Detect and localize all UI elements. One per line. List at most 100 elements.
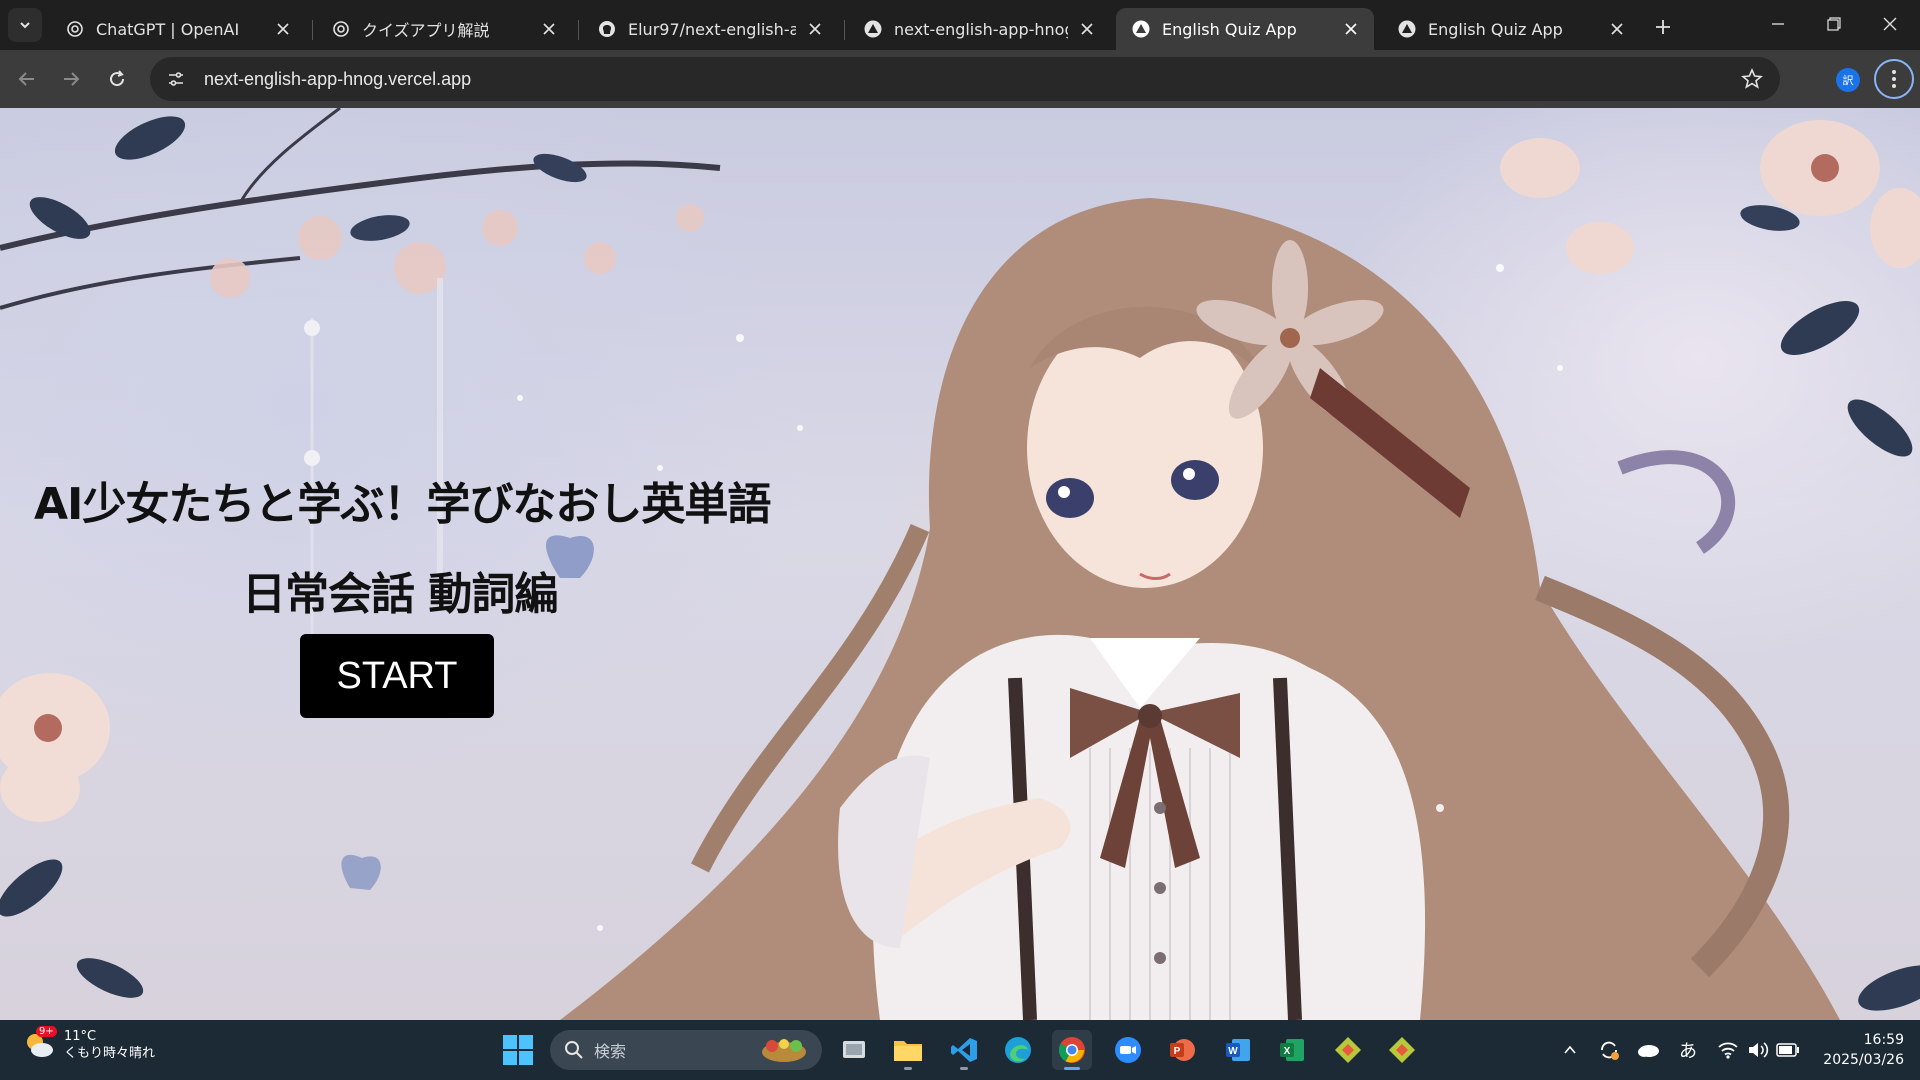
restore-button[interactable]: [1806, 4, 1862, 44]
minimize-button[interactable]: [1750, 4, 1806, 44]
restore-icon: [1827, 17, 1841, 31]
kebab-menu-icon: [1892, 70, 1896, 88]
arrow-right-icon: [64, 72, 80, 86]
system-clock[interactable]: 16:59 2025/03/26: [1812, 1030, 1904, 1070]
openai-icon: [332, 20, 350, 38]
clock-date: 2025/03/26: [1823, 1052, 1904, 1068]
openai-icon: [66, 20, 84, 38]
chevron-down-icon: [20, 22, 30, 29]
close-icon: [1883, 17, 1897, 31]
github-icon: [598, 20, 616, 38]
tab-english-quiz-active[interactable]: English Quiz App: [1116, 8, 1374, 50]
close-tab-icon[interactable]: [538, 18, 560, 40]
back-button[interactable]: [12, 64, 42, 94]
reload-icon: [110, 70, 125, 87]
tab-title: English Quiz App: [1162, 19, 1297, 39]
word-icon: W: [1226, 1039, 1250, 1061]
tab-title: Elur97/next-english-app: [628, 19, 796, 39]
close-tab-icon[interactable]: [1606, 18, 1628, 40]
address-bar[interactable]: next-english-app-hnog.vercel.app: [150, 57, 1780, 101]
tab-title: ChatGPT | OpenAI: [96, 19, 240, 39]
git-icon: [1389, 1037, 1415, 1063]
weather-temperature: 11°C: [64, 1029, 97, 1044]
page-viewport: AI少女たちと学ぶ！学びなおし英単語 日常会話 動詞編 START: [0, 108, 1920, 1020]
show-hidden-icons-chevron-up-icon[interactable]: [1558, 1038, 1582, 1062]
vscode-icon: [951, 1038, 977, 1062]
wifi-icon[interactable]: [1716, 1038, 1740, 1062]
zoom-button[interactable]: [1108, 1030, 1148, 1070]
search-highlight-icon: [762, 1039, 806, 1062]
tab-separator: [312, 20, 313, 40]
weather-condition: くもり時々晴れ: [64, 1046, 156, 1061]
excel-button[interactable]: X: [1272, 1030, 1312, 1070]
reload-button[interactable]: [102, 64, 132, 94]
tab-separator: [844, 20, 845, 40]
file-explorer-button[interactable]: [888, 1030, 928, 1070]
new-tab-button[interactable]: [1648, 12, 1678, 42]
weather-widget[interactable]: 9+ 11°C くもり時々晴れ: [22, 1026, 156, 1062]
bookmark-star-icon[interactable]: [1740, 67, 1764, 91]
task-view-button[interactable]: [834, 1030, 874, 1070]
vscode-button[interactable]: [944, 1030, 984, 1070]
task-view-icon: [843, 1041, 865, 1058]
close-tab-icon[interactable]: [804, 18, 826, 40]
volume-icon[interactable]: [1746, 1038, 1770, 1062]
browser-menu-button[interactable]: [1874, 59, 1914, 99]
search-placeholder: 検索: [594, 1042, 627, 1061]
svg-text:W: W: [1228, 1046, 1238, 1057]
url-text[interactable]: next-english-app-hnog.vercel.app: [204, 69, 471, 90]
close-window-button[interactable]: [1862, 4, 1918, 44]
word-button[interactable]: W: [1218, 1030, 1258, 1070]
tab-vercel-project[interactable]: next-english-app-hnog - O: [848, 8, 1110, 50]
battery-icon[interactable]: [1776, 1038, 1800, 1062]
svg-text:P: P: [1174, 1046, 1181, 1057]
close-tab-icon[interactable]: [1340, 18, 1362, 40]
windows-logo-icon: [503, 1035, 533, 1065]
plus-icon: [1656, 20, 1670, 34]
vercel-icon: [1398, 20, 1416, 38]
running-indicator: [1064, 1067, 1080, 1070]
page-title: AI少女たちと学ぶ！学びなおし英単語: [34, 479, 771, 530]
browser-toolbar: next-english-app-hnog.vercel.app 訳: [0, 50, 1920, 108]
tab-quiz-explain[interactable]: クイズアプリ解説: [316, 8, 572, 50]
git-gui-button[interactable]: [1328, 1030, 1368, 1070]
chrome-button[interactable]: [1052, 1030, 1092, 1070]
search-icon: [565, 1041, 583, 1059]
powerpoint-button[interactable]: P: [1162, 1030, 1202, 1070]
excel-icon: X: [1280, 1039, 1304, 1061]
running-indicator: [904, 1067, 912, 1070]
svg-text:X: X: [1284, 1046, 1291, 1057]
zoom-icon: [1115, 1037, 1141, 1063]
translate-extension-icon[interactable]: 訳: [1836, 68, 1860, 92]
tab-github[interactable]: Elur97/next-english-app: [582, 8, 838, 50]
arrow-left-icon: [18, 72, 34, 86]
windows-start-button[interactable]: [502, 1034, 534, 1066]
tab-title: next-english-app-hnog - O: [894, 19, 1068, 39]
running-indicator: [960, 1067, 968, 1070]
close-tab-icon[interactable]: [1076, 18, 1098, 40]
forward-button[interactable]: [56, 64, 86, 94]
close-tab-icon[interactable]: [272, 18, 294, 40]
edge-button[interactable]: [998, 1030, 1038, 1070]
minimize-icon: [1772, 23, 1784, 25]
tab-separator: [578, 20, 579, 40]
tab-chatgpt[interactable]: ChatGPT | OpenAI: [50, 8, 306, 50]
partly-cloudy-icon: 9+: [22, 1026, 57, 1062]
weather-badge: 9+: [36, 1026, 57, 1037]
sync-icon[interactable]: [1597, 1038, 1621, 1062]
onedrive-icon[interactable]: [1636, 1038, 1660, 1062]
ime-mode-indicator[interactable]: あ: [1676, 1038, 1700, 1062]
page-subtitle: 日常会話 動詞編: [242, 569, 558, 620]
powerpoint-icon: P: [1170, 1039, 1195, 1061]
vercel-icon: [864, 20, 882, 38]
chrome-icon: [1058, 1037, 1085, 1063]
edge-icon: [1005, 1037, 1031, 1063]
site-settings-icon[interactable]: [162, 65, 190, 93]
tab-strip: ChatGPT | OpenAI クイズアプリ解説 Elur97/next-en…: [0, 0, 1920, 50]
git-icon: [1335, 1037, 1361, 1063]
tab-search-button[interactable]: [8, 8, 42, 42]
git-gui-button-2[interactable]: [1382, 1030, 1422, 1070]
tab-english-quiz[interactable]: English Quiz App: [1382, 8, 1640, 50]
taskbar-search-box[interactable]: 検索: [550, 1030, 822, 1070]
start-button[interactable]: START: [300, 634, 494, 718]
